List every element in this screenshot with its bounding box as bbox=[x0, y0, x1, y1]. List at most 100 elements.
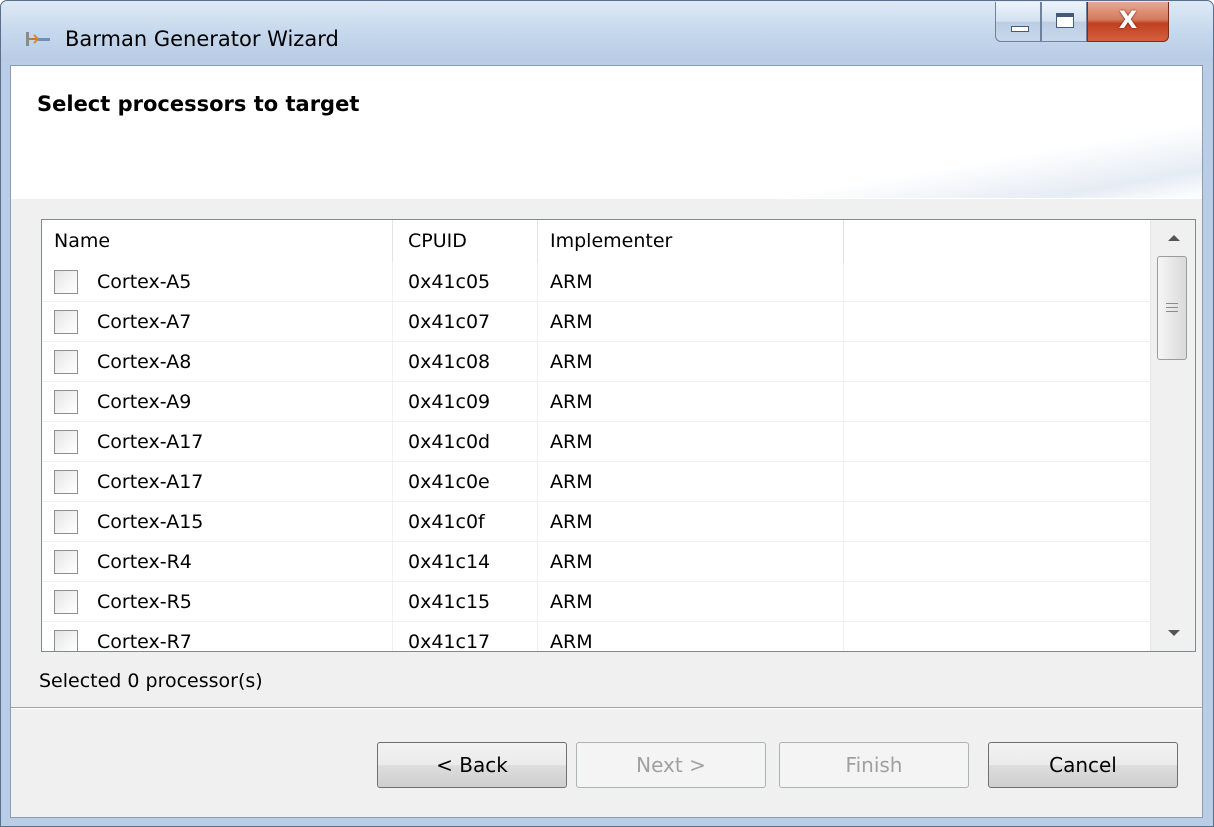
scrollbar-thumb[interactable] bbox=[1157, 256, 1187, 360]
row-checkbox[interactable] bbox=[54, 310, 78, 334]
filler-cell bbox=[844, 302, 1150, 342]
processor-name: Cortex-A5 bbox=[97, 271, 192, 293]
cancel-button[interactable]: Cancel bbox=[988, 742, 1178, 788]
cpuid-cell: 0x41c0d bbox=[393, 422, 538, 462]
maximize-icon bbox=[1056, 13, 1074, 28]
implementer-cell: ARM bbox=[538, 622, 844, 651]
implementer-cell: ARM bbox=[538, 502, 844, 542]
wizard-app-icon bbox=[26, 32, 50, 46]
name-cell: Cortex-R7 bbox=[42, 622, 393, 652]
table-header: Name CPUID Implementer bbox=[42, 220, 1150, 262]
table-row[interactable]: Cortex-A9 0x41c09 ARM bbox=[42, 382, 1150, 422]
implementer-cell: ARM bbox=[538, 422, 844, 462]
processor-name: Cortex-R5 bbox=[97, 591, 192, 613]
filler-cell bbox=[844, 582, 1150, 622]
table-row[interactable]: Cortex-A15 0x41c0f ARM bbox=[42, 502, 1150, 542]
processor-table[interactable]: Name CPUID Implementer Cortex-A5 0x41c05 A… bbox=[41, 219, 1196, 652]
title-bar[interactable]: Barman Generator Wizard X bbox=[1, 1, 1213, 61]
implementer-cell: ARM bbox=[538, 262, 844, 302]
processor-name: Cortex-R7 bbox=[97, 631, 192, 652]
cpuid-cell: 0x41c09 bbox=[393, 382, 538, 422]
name-cell: Cortex-A9 bbox=[42, 382, 393, 422]
name-cell: Cortex-A8 bbox=[42, 342, 393, 382]
close-button[interactable]: X bbox=[1087, 2, 1169, 42]
finish-button[interactable]: Finish bbox=[779, 742, 969, 788]
name-cell: Cortex-R4 bbox=[42, 542, 393, 582]
cpuid-cell: 0x41c05 bbox=[393, 262, 538, 302]
processor-name: Cortex-A9 bbox=[97, 391, 192, 413]
table-row[interactable]: Cortex-A5 0x41c05 ARM bbox=[42, 262, 1150, 302]
column-header-filler bbox=[844, 220, 1150, 262]
close-icon: X bbox=[1118, 6, 1138, 34]
maximize-button[interactable] bbox=[1041, 2, 1087, 42]
name-cell: Cortex-A17 bbox=[42, 462, 393, 502]
row-checkbox[interactable] bbox=[54, 590, 78, 614]
row-checkbox[interactable] bbox=[54, 470, 78, 494]
row-checkbox[interactable] bbox=[54, 430, 78, 454]
cpuid-cell: 0x41c07 bbox=[393, 302, 538, 342]
dialog-body: Select processors to target Name CPUID I… bbox=[10, 65, 1203, 818]
row-checkbox[interactable] bbox=[54, 550, 78, 574]
table-row[interactable]: Cortex-R5 0x41c15 ARM bbox=[42, 582, 1150, 622]
name-cell: Cortex-A7 bbox=[42, 302, 393, 342]
banner-divider bbox=[11, 198, 1202, 199]
filler-cell bbox=[844, 462, 1150, 502]
filler-cell bbox=[844, 342, 1150, 382]
footer-divider bbox=[11, 707, 1202, 709]
name-cell: Cortex-A5 bbox=[42, 262, 393, 302]
implementer-cell: ARM bbox=[538, 342, 844, 382]
minimize-icon bbox=[1011, 26, 1029, 32]
filler-cell bbox=[844, 542, 1150, 582]
row-checkbox[interactable] bbox=[54, 270, 78, 294]
scroll-up-arrow-icon[interactable] bbox=[1151, 222, 1195, 256]
minimize-button[interactable] bbox=[995, 2, 1041, 42]
vertical-scrollbar[interactable] bbox=[1150, 220, 1195, 651]
name-cell: Cortex-R5 bbox=[42, 582, 393, 622]
filler-cell bbox=[844, 422, 1150, 462]
cpuid-cell: 0x41c08 bbox=[393, 342, 538, 382]
processor-name: Cortex-A17 bbox=[97, 471, 204, 493]
page-title: Select processors to target bbox=[37, 92, 360, 116]
row-checkbox[interactable] bbox=[54, 350, 78, 374]
name-cell: Cortex-A17 bbox=[42, 422, 393, 462]
grip-line bbox=[1166, 311, 1178, 312]
row-checkbox[interactable] bbox=[54, 390, 78, 414]
scroll-down-arrow-icon[interactable] bbox=[1151, 616, 1195, 650]
next-button[interactable]: Next > bbox=[576, 742, 766, 788]
grip-line bbox=[1166, 307, 1178, 308]
implementer-cell: ARM bbox=[538, 582, 844, 622]
grip-line bbox=[1166, 303, 1178, 304]
processor-name: Cortex-R4 bbox=[97, 551, 192, 573]
table-row[interactable]: Cortex-A17 0x41c0e ARM bbox=[42, 462, 1150, 502]
processor-name: Cortex-A8 bbox=[97, 351, 192, 373]
cpuid-cell: 0x41c14 bbox=[393, 542, 538, 582]
filler-cell bbox=[844, 622, 1150, 651]
selection-status: Selected 0 processor(s) bbox=[39, 670, 263, 692]
table-row[interactable]: Cortex-R7 0x41c17 ARM bbox=[42, 622, 1150, 652]
processor-name: Cortex-A7 bbox=[97, 311, 192, 333]
table-row[interactable]: Cortex-A17 0x41c0d ARM bbox=[42, 422, 1150, 462]
column-header-cpuid[interactable]: CPUID bbox=[393, 220, 538, 262]
implementer-cell: ARM bbox=[538, 462, 844, 502]
column-header-name[interactable]: Name bbox=[42, 220, 393, 262]
processor-name: Cortex-A17 bbox=[97, 431, 204, 453]
filler-cell bbox=[844, 262, 1150, 302]
name-cell: Cortex-A15 bbox=[42, 502, 393, 542]
filler-cell bbox=[844, 382, 1150, 422]
filler-cell bbox=[844, 502, 1150, 542]
back-button[interactable]: < Back bbox=[377, 742, 567, 788]
implementer-cell: ARM bbox=[538, 382, 844, 422]
cpuid-cell: 0x41c17 bbox=[393, 622, 538, 651]
table-row[interactable]: Cortex-R4 0x41c14 ARM bbox=[42, 542, 1150, 582]
cpuid-cell: 0x41c15 bbox=[393, 582, 538, 622]
row-checkbox[interactable] bbox=[54, 510, 78, 534]
row-checkbox[interactable] bbox=[54, 630, 78, 651]
implementer-cell: ARM bbox=[538, 542, 844, 582]
wizard-window: Barman Generator Wizard X Select process… bbox=[0, 0, 1214, 827]
column-header-implementer[interactable]: Implementer bbox=[538, 220, 844, 262]
cpuid-cell: 0x41c0e bbox=[393, 462, 538, 502]
table-row[interactable]: Cortex-A7 0x41c07 ARM bbox=[42, 302, 1150, 342]
table-row[interactable]: Cortex-A8 0x41c08 ARM bbox=[42, 342, 1150, 382]
window-title: Barman Generator Wizard bbox=[65, 27, 339, 51]
wizard-banner: Select processors to target bbox=[11, 66, 1202, 199]
